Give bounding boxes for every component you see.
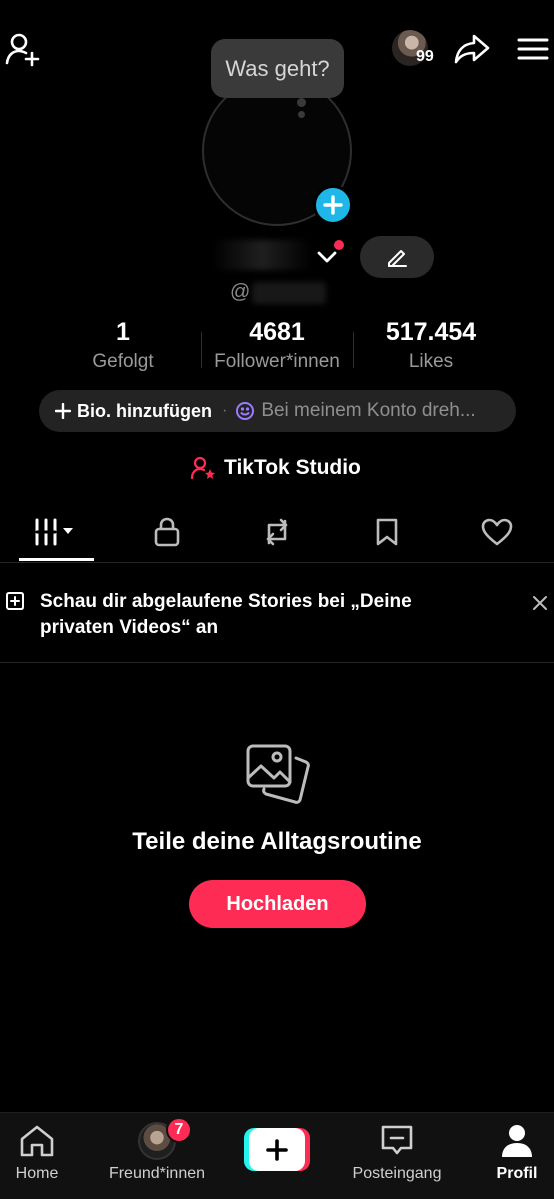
status-bubble-text: Was geht? <box>225 55 330 81</box>
bio-pill[interactable]: Bio. hinzufügen · Bei meinem Konto dreh.… <box>39 390 516 432</box>
tab-reposts[interactable] <box>222 512 332 552</box>
story-plus-icon <box>6 592 24 610</box>
add-friend-button[interactable] <box>4 30 42 68</box>
menu-button[interactable] <box>515 34 551 64</box>
stat-likes[interactable]: 517.454 Likes <box>356 318 506 373</box>
bio-suggestion-text: Bei meinem Konto dreh... <box>261 400 476 421</box>
nav-profile-label: Profil <box>496 1165 538 1182</box>
display-name-blurred <box>212 240 312 270</box>
lock-icon <box>154 517 180 547</box>
tab-videos[interactable] <box>2 512 112 552</box>
nav-inbox-label: Posteingang <box>352 1165 442 1182</box>
notice-text: Schau dir abgelaufene Stories bei „Deine… <box>40 591 412 638</box>
friends-badge: 7 <box>166 1117 192 1143</box>
stat-label: Gefolgt <box>92 351 154 372</box>
close-icon[interactable] <box>530 593 550 613</box>
separator-dot: · <box>221 402 228 419</box>
add-avatar-button[interactable] <box>313 185 353 225</box>
divider <box>0 662 554 663</box>
stat-label: Follower*innen <box>214 351 340 372</box>
upload-button-label: Hochladen <box>226 892 329 915</box>
home-icon <box>20 1125 54 1157</box>
plus-icon <box>55 403 71 419</box>
bookmark-icon <box>376 518 398 546</box>
grid-icon <box>35 518 73 546</box>
username-handle: @ <box>230 281 250 304</box>
status-bubble[interactable]: Was geht? <box>211 39 344 98</box>
create-button-face <box>249 1128 305 1171</box>
notification-dot <box>334 240 344 250</box>
nav-friends-label: Freund*innen <box>108 1165 206 1182</box>
stat-label: Likes <box>408 351 454 372</box>
profile-icon <box>502 1125 532 1157</box>
add-bio-label: Bio. hinzufügen <box>77 400 212 421</box>
share-button[interactable] <box>452 30 492 68</box>
stat-followers[interactable]: 4681 Follower*innen <box>202 318 352 373</box>
hamburger-menu-icon <box>517 38 549 60</box>
bottom-navigation: Home 7 Freund*innen Posteingang Profil <box>0 1112 554 1199</box>
divider <box>353 332 354 368</box>
plus-icon <box>323 195 343 215</box>
active-tab-indicator <box>19 558 94 561</box>
add-user-icon <box>5 33 40 67</box>
share-icon <box>454 34 490 64</box>
plus-icon <box>266 1138 288 1161</box>
divider <box>0 562 554 563</box>
upload-button[interactable]: Hochladen <box>189 880 366 928</box>
tab-liked[interactable] <box>442 512 552 552</box>
add-bio-button[interactable]: Bio. hinzufügen <box>55 401 212 422</box>
tab-saved[interactable] <box>332 512 442 552</box>
notifications-avatar[interactable]: 99 <box>392 30 438 68</box>
nav-home[interactable]: Home <box>0 1121 92 1193</box>
repost-icon <box>266 518 288 546</box>
tiktok-studio-link[interactable]: TikTok Studio <box>190 453 361 483</box>
pencil-icon <box>388 250 407 267</box>
nav-friends[interactable]: 7 Freund*innen <box>102 1117 212 1193</box>
stat-value: 4681 <box>249 318 305 346</box>
stories-notice[interactable]: Schau dir abgelaufene Stories bei „Deine… <box>0 585 554 645</box>
bubble-tail <box>297 98 306 107</box>
stat-following[interactable]: 1 Gefolgt <box>48 318 198 373</box>
bio-suggestion[interactable]: Bei meinem Konto dreh... <box>235 400 476 422</box>
empty-state-title: Teile deine Alltagsroutine <box>132 828 422 855</box>
handle-blurred <box>252 282 326 304</box>
smiley-icon <box>236 402 255 420</box>
bubble-tail-small <box>298 111 305 118</box>
tab-private[interactable] <box>112 512 222 552</box>
stat-value: 517.454 <box>385 318 477 346</box>
stat-value: 1 <box>116 318 130 346</box>
inbox-icon <box>381 1125 413 1155</box>
nav-inbox[interactable]: Posteingang <box>342 1121 452 1193</box>
nav-home-label: Home <box>15 1165 59 1182</box>
handle-prefix: @ <box>230 281 251 303</box>
notifications-count: 99 <box>416 48 434 65</box>
create-button[interactable] <box>244 1128 310 1171</box>
studio-user-star-icon <box>190 456 215 480</box>
heart-icon <box>481 518 513 546</box>
studio-label: TikTok Studio <box>224 456 361 479</box>
nav-profile[interactable]: Profil <box>462 1121 554 1193</box>
edit-profile-button[interactable] <box>360 236 434 278</box>
photos-icon <box>246 744 310 804</box>
